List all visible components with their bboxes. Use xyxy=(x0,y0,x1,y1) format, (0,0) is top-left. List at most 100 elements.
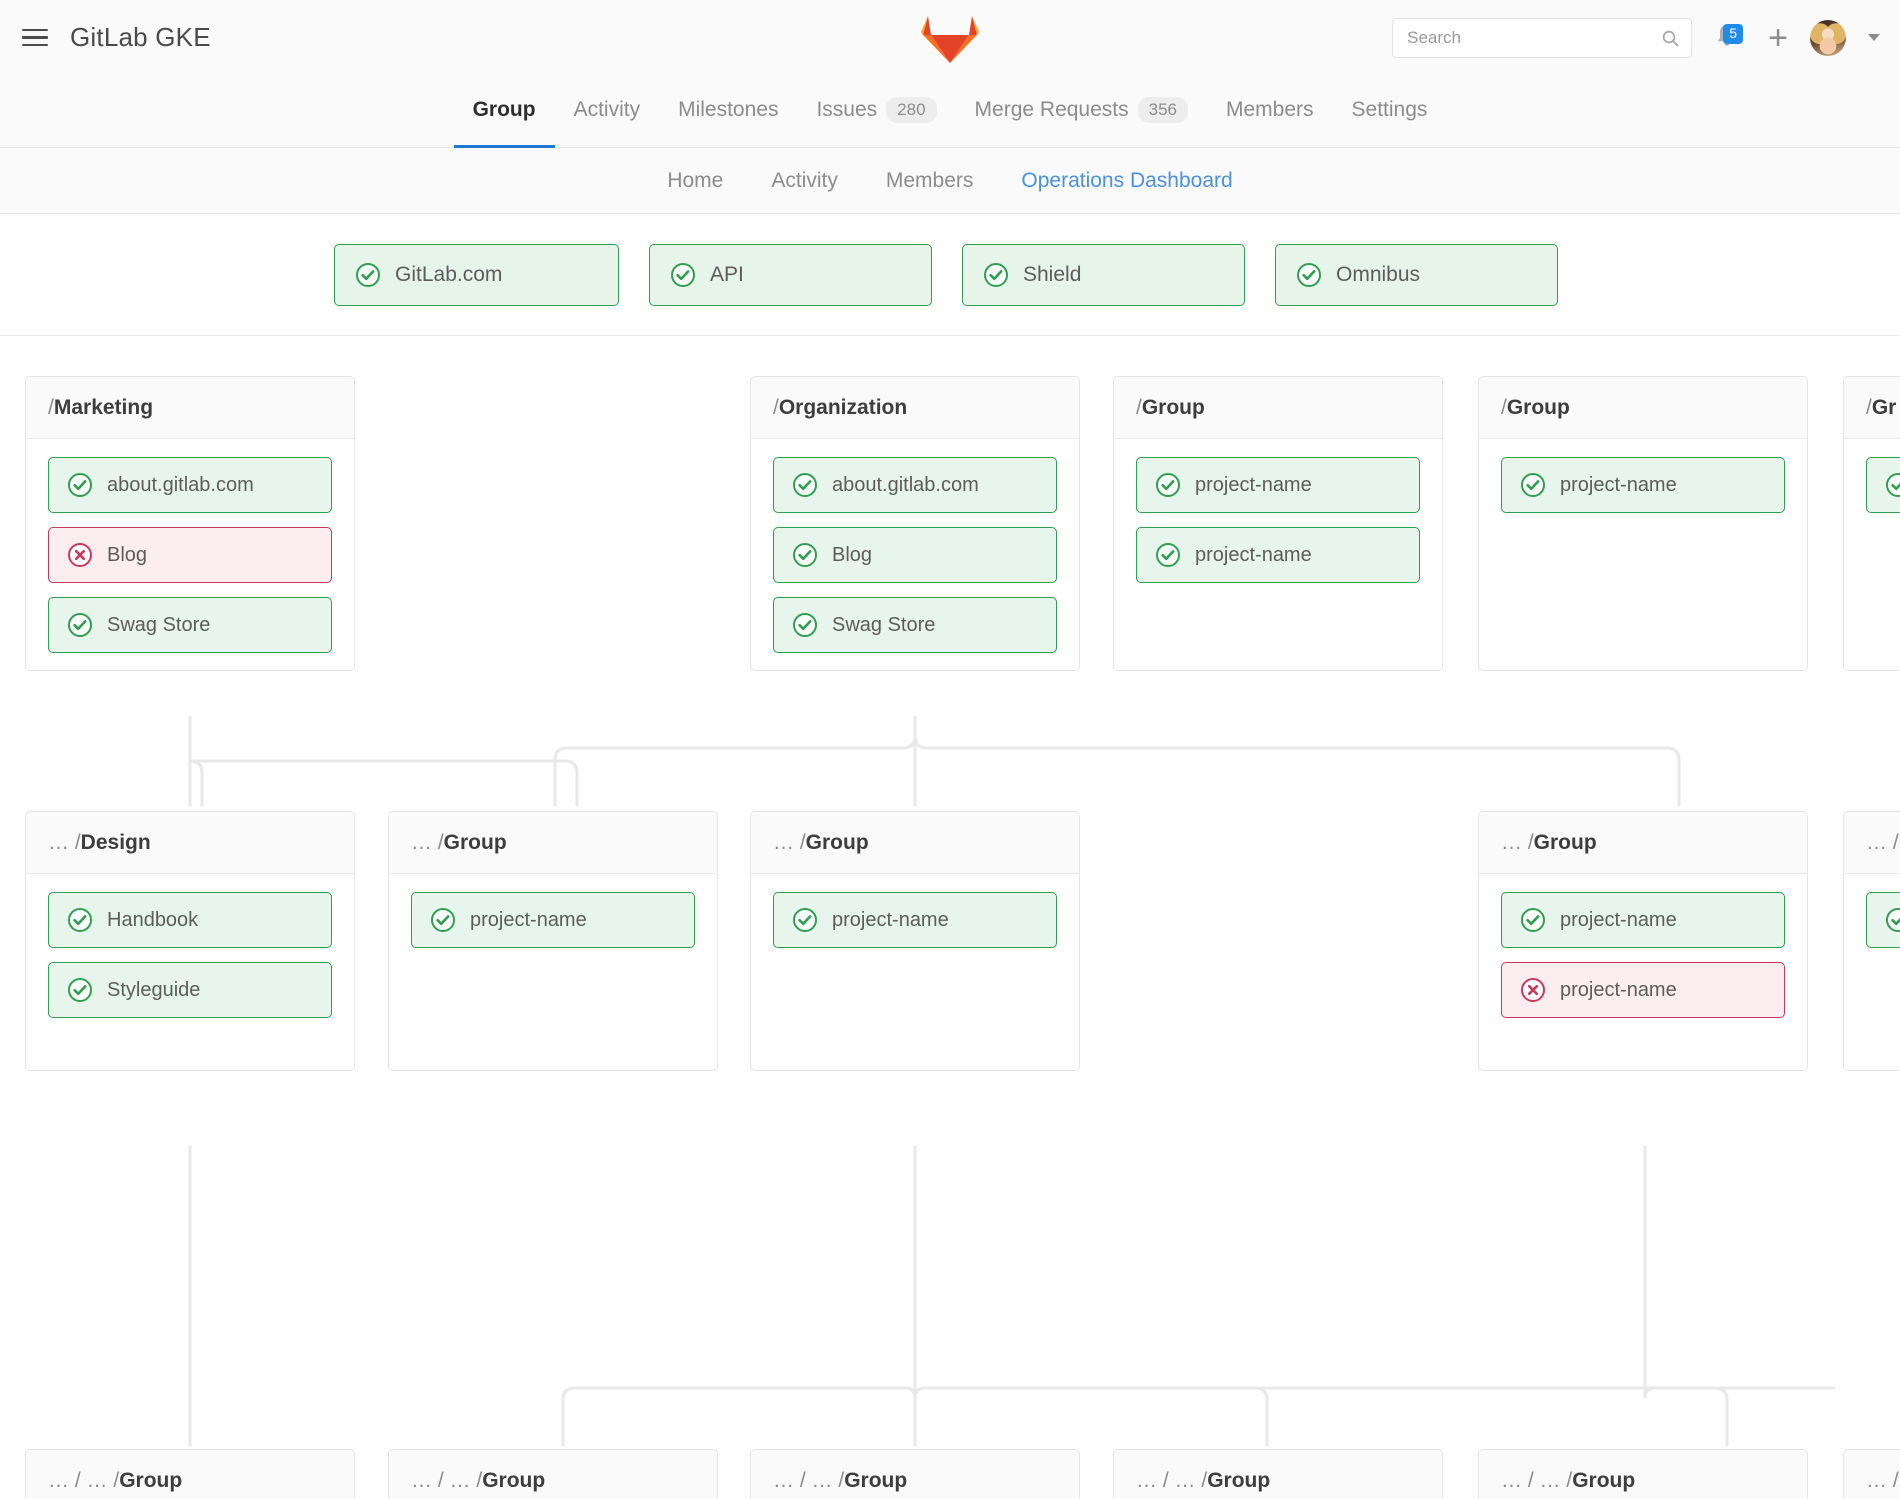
chevron-down-icon[interactable] xyxy=(1868,34,1880,41)
check-circle-icon xyxy=(430,907,456,933)
status-pill-shield[interactable]: Shield xyxy=(962,244,1245,306)
group-card[interactable]: … / project-name xyxy=(1843,1449,1900,1499)
group-name: Group xyxy=(1207,1469,1270,1493)
group-card[interactable]: / Group project-name project-name xyxy=(1113,376,1443,671)
group-card-header: / Group xyxy=(1114,377,1442,439)
tab-label: Members xyxy=(1226,98,1314,122)
group-card[interactable]: … / project-name xyxy=(1843,811,1900,1071)
group-name: Group xyxy=(119,1469,182,1493)
sub-nav-item-operations-dashboard[interactable]: Operations Dashboard xyxy=(997,169,1256,193)
search-input[interactable] xyxy=(1393,28,1691,48)
group-card-header: … / … / Group xyxy=(751,1450,1079,1499)
project-pill[interactable]: project-name xyxy=(773,892,1057,948)
tab-merge-requests[interactable]: Merge Requests 356 xyxy=(956,75,1207,148)
group-card-body: about.gitlab.com Blog Swag Store xyxy=(26,439,354,671)
group-card-body: Handbook Styleguide xyxy=(26,874,354,1040)
search-icon xyxy=(1662,30,1679,52)
group-card[interactable]: … / Group project-name xyxy=(750,811,1080,1071)
group-card-header: / Gr xyxy=(1844,377,1900,439)
group-card[interactable]: / Marketing about.gitlab.com Blog Swag S… xyxy=(25,376,355,671)
group-card[interactable]: … / Group project-name project-name xyxy=(1478,811,1808,1071)
plus-icon[interactable]: + xyxy=(1768,21,1788,55)
group-card-body: project-name xyxy=(1844,874,1900,970)
group-card-body: project-name xyxy=(751,874,1079,970)
sub-nav-item-home[interactable]: Home xyxy=(643,169,747,193)
tab-settings[interactable]: Settings xyxy=(1333,75,1447,148)
tab-milestones[interactable]: Milestones xyxy=(659,75,797,148)
project-label: project-name xyxy=(1195,544,1312,567)
project-pill[interactable]: project-name xyxy=(1866,457,1900,513)
project-pill[interactable]: project-name xyxy=(411,892,695,948)
group-path-prefix: … / xyxy=(411,831,444,855)
check-circle-icon xyxy=(67,472,93,498)
check-circle-icon xyxy=(983,262,1009,288)
project-pill[interactable]: Styleguide xyxy=(48,962,332,1018)
project-pill[interactable]: Handbook xyxy=(48,892,332,948)
status-pill-omnibus[interactable]: Omnibus xyxy=(1275,244,1558,306)
notifications-button[interactable]: 5 xyxy=(1714,22,1746,54)
group-path-prefix: … / xyxy=(1501,831,1534,855)
gitlab-tanuki-logo[interactable] xyxy=(921,8,979,69)
group-path-prefix: … / xyxy=(1866,831,1899,855)
check-circle-icon xyxy=(792,612,818,638)
project-label: project-name xyxy=(1195,474,1312,497)
issues-count-badge: 280 xyxy=(886,97,936,123)
project-pill[interactable]: Swag Store xyxy=(48,597,332,653)
tab-label: Merge Requests xyxy=(975,98,1129,122)
group-path-prefix: … / … / xyxy=(1501,1469,1572,1493)
tab-group[interactable]: Group xyxy=(454,75,555,148)
tab-issues[interactable]: Issues 280 xyxy=(797,75,955,148)
group-card[interactable]: … / Group project-name xyxy=(388,811,718,1071)
sub-nav-item-activity[interactable]: Activity xyxy=(747,169,862,193)
group-card-body: project-name xyxy=(389,874,717,970)
group-card-body: project-name project-name xyxy=(1479,874,1807,1040)
group-card[interactable]: … / … / Group project-name xyxy=(750,1449,1080,1499)
project-pill[interactable]: Blog xyxy=(48,527,332,583)
status-pill-gitlab-com[interactable]: GitLab.com xyxy=(334,244,619,306)
project-pill[interactable]: project-name xyxy=(1501,457,1785,513)
group-name: Group xyxy=(482,1469,545,1493)
group-card-header: … / Group xyxy=(1479,812,1807,874)
group-card[interactable]: / Organization about.gitlab.com Blog Swa… xyxy=(750,376,1080,671)
project-pill[interactable]: project-name xyxy=(1866,892,1900,948)
tab-label: Group xyxy=(473,98,536,122)
group-card[interactable]: … / … / Group project-name xyxy=(25,1449,355,1499)
search-box[interactable] xyxy=(1392,18,1692,58)
group-card-header: … / Design xyxy=(26,812,354,874)
group-path-prefix: … / xyxy=(1866,1469,1899,1493)
group-card[interactable]: / Gr project-name xyxy=(1843,376,1900,671)
group-card[interactable]: / Group project-name xyxy=(1478,376,1808,671)
group-card-header: … / Group xyxy=(751,812,1079,874)
check-circle-icon xyxy=(670,262,696,288)
project-label: Handbook xyxy=(107,909,198,932)
group-card[interactable]: … / … / Group project-name xyxy=(1113,1449,1443,1499)
hamburger-icon[interactable] xyxy=(22,24,48,52)
project-pill[interactable]: about.gitlab.com xyxy=(48,457,332,513)
status-pill-row: GitLab.com API Shield Omnibus xyxy=(0,214,1900,336)
status-pill-label: Omnibus xyxy=(1336,263,1420,287)
status-pill-api[interactable]: API xyxy=(649,244,932,306)
status-pill-label: GitLab.com xyxy=(395,263,502,287)
avatar[interactable] xyxy=(1810,20,1846,56)
group-card-body: about.gitlab.com Blog Swag Store xyxy=(751,439,1079,671)
group-name: Gr xyxy=(1872,396,1897,420)
status-pill-label: API xyxy=(710,263,744,287)
sub-nav-item-members[interactable]: Members xyxy=(862,169,998,193)
project-pill[interactable]: project-name xyxy=(1501,962,1785,1018)
group-card[interactable]: … / … / Group project-name xyxy=(1478,1449,1808,1499)
check-circle-icon xyxy=(1155,542,1181,568)
project-pill[interactable]: project-name xyxy=(1501,892,1785,948)
project-pill[interactable]: about.gitlab.com xyxy=(773,457,1057,513)
group-name: Group xyxy=(444,831,507,855)
project-pill[interactable]: Swag Store xyxy=(773,597,1057,653)
group-card[interactable]: … / Design Handbook Styleguide xyxy=(25,811,355,1071)
group-card-header: / Organization xyxy=(751,377,1079,439)
group-path-prefix: … / … / xyxy=(48,1469,119,1493)
group-card-header: … / … / Group xyxy=(389,1450,717,1499)
tab-members[interactable]: Members xyxy=(1207,75,1333,148)
project-pill[interactable]: Blog xyxy=(773,527,1057,583)
project-pill[interactable]: project-name xyxy=(1136,527,1420,583)
project-pill[interactable]: project-name xyxy=(1136,457,1420,513)
tab-activity[interactable]: Activity xyxy=(555,75,660,148)
group-card[interactable]: … / … / Group project-name project-name xyxy=(388,1449,718,1499)
